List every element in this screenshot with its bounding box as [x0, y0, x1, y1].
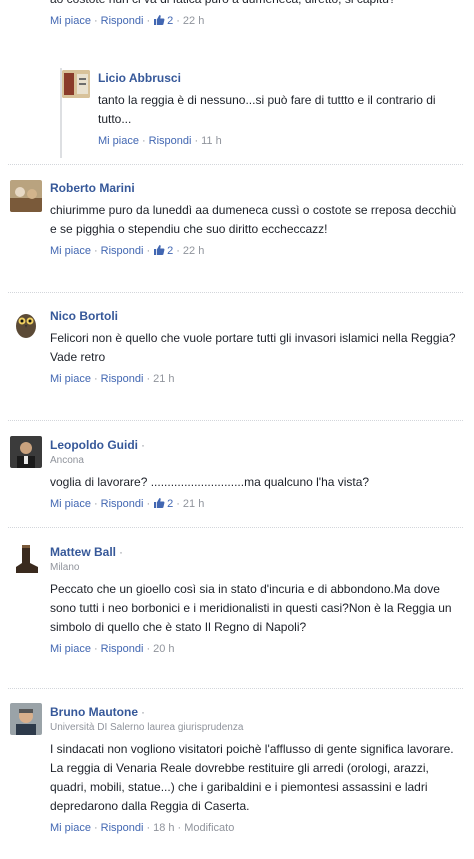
author-name[interactable]: Nico Bortoli [50, 308, 462, 324]
like-count[interactable]: 2 [153, 245, 173, 257]
comment-text: I sindacati non vogliono visitatori poic… [50, 742, 454, 813]
reply-link[interactable]: Rispondi [101, 245, 144, 257]
comment-actions: Mi piace · Rispondi · 11 h [98, 135, 222, 147]
divider [8, 688, 463, 689]
comment-time[interactable]: 20 h [153, 643, 174, 655]
avatar[interactable] [10, 703, 42, 735]
divider [8, 164, 463, 165]
like-link[interactable]: Mi piace [50, 498, 91, 510]
like-link[interactable]: Mi piace [50, 245, 91, 257]
author-name[interactable]: Roberto Marini [50, 180, 462, 196]
author-name[interactable]: Bruno Mautone [50, 705, 138, 719]
comment-text: voglia di lavorare? ....................… [50, 475, 370, 489]
like-link[interactable]: Mi piace [50, 643, 91, 655]
divider [8, 420, 463, 421]
comment-text: Peccato che un gioello così sia in stato… [50, 582, 452, 634]
reply-link[interactable]: Rispondi [101, 498, 144, 510]
reply-link[interactable]: Rispondi [149, 135, 192, 147]
like-link[interactable]: Mi piace [50, 373, 91, 385]
divider [8, 292, 463, 293]
comment-text: ao costote nun ci va di fatica puro a du… [50, 0, 462, 9]
avatar[interactable] [10, 180, 42, 212]
author-location: Ancona [50, 455, 84, 466]
author-name[interactable]: Leopoldo Guidi [50, 438, 138, 452]
comment-time[interactable]: 21 h [183, 498, 204, 510]
like-link[interactable]: Mi piace [50, 822, 91, 834]
comment-text: Felicori non è quello che vuole portare … [50, 331, 456, 364]
avatar[interactable] [62, 70, 90, 98]
thumbs-up-icon [153, 244, 165, 260]
comment-actions: Mi piace · Rispondi · 2 · 21 h [50, 497, 462, 513]
comment-time[interactable]: 21 h [153, 373, 174, 385]
like-count[interactable]: 2 [153, 15, 173, 27]
like-link[interactable]: Mi piace [50, 15, 91, 27]
avatar[interactable] [10, 308, 42, 340]
comment-text: chiurimme puro da luneddì aa dumeneca cu… [50, 203, 457, 236]
comment-actions: Mi piace · Rispondi · 2 · 22 h [50, 14, 462, 30]
author-name[interactable]: Mattew Ball [50, 545, 116, 559]
comment-time[interactable]: 22 h [183, 245, 204, 257]
comment-actions: Mi piace · Rispondi · 18 h · Modificato [50, 822, 235, 834]
divider [8, 527, 463, 528]
comment-time[interactable]: 11 h [201, 135, 222, 147]
comment-actions: Mi piace · Rispondi · 2 · 22 h [50, 244, 462, 260]
reply-link[interactable]: Rispondi [101, 822, 144, 834]
comment-actions: Mi piace · Rispondi · 20 h [50, 643, 175, 655]
author-workplace: Università DI Salerno laurea giurisprude… [50, 722, 244, 733]
comment-actions: Mi piace · Rispondi · 21 h [50, 373, 175, 385]
author-location: Milano [50, 562, 80, 573]
reply-link[interactable]: Rispondi [101, 373, 144, 385]
comment-time[interactable]: 18 h [153, 822, 174, 834]
thumbs-up-icon [153, 14, 165, 30]
like-count[interactable]: 2 [153, 498, 173, 510]
comment-time[interactable]: 22 h [183, 15, 204, 27]
like-link[interactable]: Mi piace [98, 135, 139, 147]
reply-link[interactable]: Rispondi [101, 643, 144, 655]
edited-label[interactable]: Modificato [184, 822, 234, 834]
author-name[interactable]: Licio Abbrusci [98, 70, 462, 86]
avatar[interactable] [10, 543, 42, 575]
avatar[interactable] [10, 436, 42, 468]
reply-link[interactable]: Rispondi [101, 15, 144, 27]
comment-text: tanto la reggia è di nessuno...si può fa… [98, 93, 436, 126]
thumbs-up-icon [153, 497, 165, 513]
